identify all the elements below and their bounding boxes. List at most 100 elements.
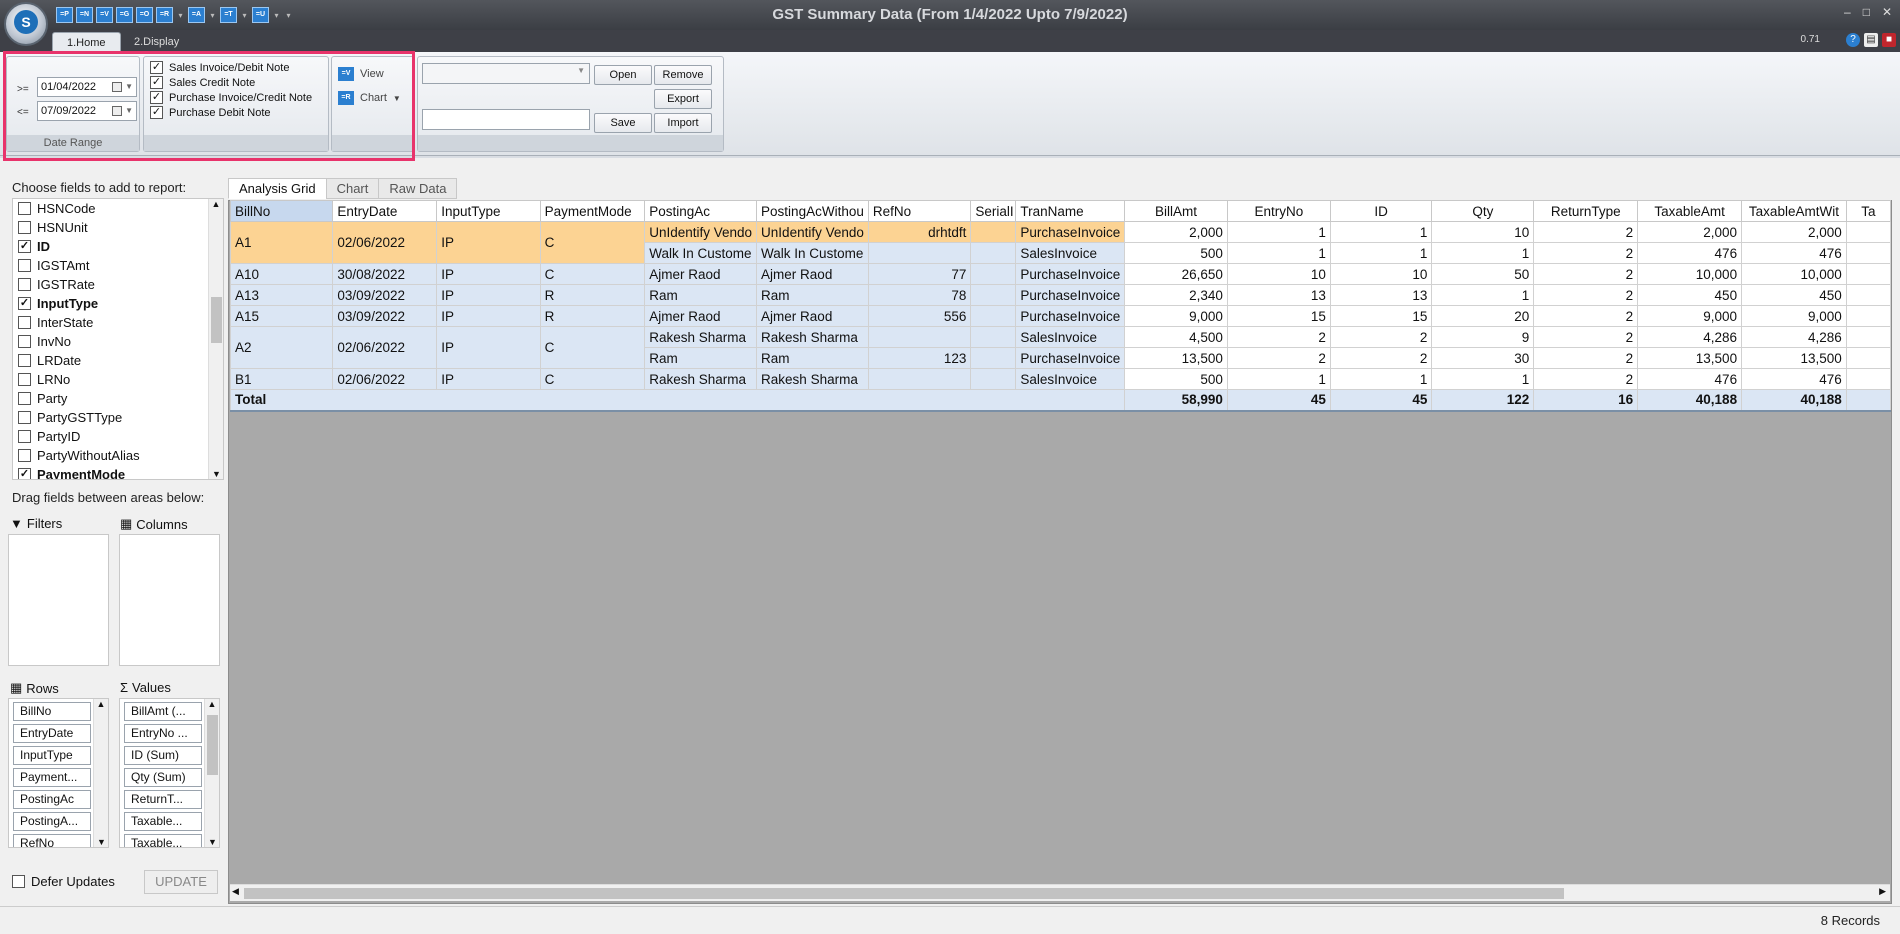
row-header-cell[interactable]: 30/08/2022: [332, 263, 438, 285]
column-header[interactable]: ReturnType: [1533, 200, 1639, 222]
value-field-chip[interactable]: ReturnT...: [124, 790, 202, 809]
field-checkbox[interactable]: [18, 392, 31, 405]
row-header-cell[interactable]: 02/06/2022: [332, 221, 438, 264]
row-field-chip[interactable]: InputType: [13, 746, 91, 765]
data-cell[interactable]: [1845, 347, 1892, 369]
data-cell[interactable]: 10,000: [1637, 263, 1743, 285]
column-header[interactable]: InputType: [436, 200, 541, 222]
data-cell[interactable]: 450: [1741, 284, 1847, 306]
close-icon[interactable]: ✕: [1882, 5, 1892, 19]
data-cell[interactable]: Ajmer Raod: [644, 305, 758, 327]
row-field-chip[interactable]: PostingA...: [13, 812, 91, 831]
scroll-up-icon[interactable]: ▲: [94, 699, 108, 709]
value-field-chip[interactable]: Taxable...: [124, 812, 202, 831]
data-cell[interactable]: Ram: [756, 347, 869, 369]
row-header-cell[interactable]: A1: [229, 221, 334, 264]
value-field-chip[interactable]: Taxable...: [124, 834, 202, 847]
update-button[interactable]: UPDATE: [144, 870, 218, 894]
data-cell[interactable]: 2: [1226, 326, 1331, 348]
data-cell[interactable]: 15: [1226, 305, 1331, 327]
data-cell[interactable]: [1845, 263, 1892, 285]
row-header-cell[interactable]: 03/09/2022: [332, 305, 438, 327]
data-cell[interactable]: 2: [1533, 326, 1639, 348]
data-cell[interactable]: PurchaseInvoice: [1015, 263, 1126, 285]
data-cell[interactable]: 2,000: [1124, 221, 1228, 243]
data-cell[interactable]: 2: [1226, 347, 1331, 369]
column-header[interactable]: EntryDate: [332, 200, 438, 222]
data-cell[interactable]: 2: [1533, 221, 1639, 243]
data-cell[interactable]: [867, 368, 972, 390]
data-cell[interactable]: [970, 242, 1017, 264]
column-header[interactable]: SerialI: [970, 200, 1017, 222]
data-cell[interactable]: Walk In Custome: [644, 242, 758, 264]
data-cell[interactable]: [970, 305, 1017, 327]
data-cell[interactable]: [867, 326, 972, 348]
data-cell[interactable]: 2: [1533, 368, 1639, 390]
tab-home[interactable]: 1.Home: [52, 32, 121, 52]
column-header[interactable]: BillNo: [229, 200, 334, 222]
data-cell[interactable]: SalesInvoice: [1015, 326, 1126, 348]
value-field-chip[interactable]: EntryNo ...: [124, 724, 202, 743]
data-cell[interactable]: UnIdentify Vendo: [644, 221, 758, 243]
data-cell[interactable]: 13: [1226, 284, 1331, 306]
data-cell[interactable]: 2: [1533, 347, 1639, 369]
tab-analysis-grid[interactable]: Analysis Grid: [228, 178, 327, 199]
layout-name-input[interactable]: [422, 109, 590, 130]
data-cell[interactable]: Walk In Custome: [756, 242, 869, 264]
data-cell[interactable]: SalesInvoice: [1015, 242, 1126, 264]
data-cell[interactable]: 2,000: [1637, 221, 1743, 243]
scroll-thumb[interactable]: [207, 715, 218, 775]
field-checkbox[interactable]: [18, 316, 31, 329]
column-header[interactable]: TranName: [1015, 200, 1126, 222]
value-field-chip[interactable]: ID (Sum): [124, 746, 202, 765]
row-header-cell[interactable]: C: [539, 263, 646, 285]
data-cell[interactable]: 450: [1637, 284, 1743, 306]
qat-button[interactable]: =R: [156, 7, 173, 23]
data-cell[interactable]: 13,500: [1637, 347, 1743, 369]
field-item[interactable]: ✓ ID: [13, 237, 223, 256]
qat-button[interactable]: =T: [220, 7, 237, 23]
open-button[interactable]: Open: [594, 65, 652, 85]
field-item[interactable]: Party: [13, 389, 223, 408]
field-checkbox[interactable]: [18, 259, 31, 272]
data-cell[interactable]: drhtdft: [867, 221, 972, 243]
column-header[interactable]: TaxableAmtWit: [1741, 200, 1847, 222]
data-cell[interactable]: [1845, 326, 1892, 348]
data-cell[interactable]: [1845, 305, 1892, 327]
maximize-icon[interactable]: □: [1863, 5, 1870, 19]
column-header[interactable]: PaymentMode: [539, 200, 646, 222]
data-cell[interactable]: Rakesh Sharma: [756, 326, 869, 348]
column-header[interactable]: PostingAc: [644, 200, 758, 222]
import-button[interactable]: Import: [654, 113, 712, 133]
customize-toolbar-icon[interactable]: ▾: [284, 11, 293, 20]
table-row[interactable]: A10 30/08/2022 IP C Ajmer Raod Ajmer Raod 77 Pu…: [229, 263, 1892, 285]
row-header-cell[interactable]: IP: [436, 263, 541, 285]
analysis-grid[interactable]: BillNo EntryDate InputType PaymentMode Posti…: [228, 200, 1892, 904]
field-item[interactable]: LRDate: [13, 351, 223, 370]
row-header-cell[interactable]: IP: [436, 221, 541, 264]
data-cell[interactable]: PurchaseInvoice: [1015, 305, 1126, 327]
row-header-cell[interactable]: 02/06/2022: [332, 368, 438, 390]
data-cell[interactable]: 10: [1226, 263, 1331, 285]
save-button[interactable]: Save: [594, 113, 652, 133]
table-row[interactable]: A2 02/06/2022 IP C Rakesh Sharma Rakesh Sharm…: [229, 326, 1892, 369]
data-cell[interactable]: [1845, 368, 1892, 390]
field-checkbox[interactable]: [18, 202, 31, 215]
data-cell[interactable]: 13,500: [1741, 347, 1847, 369]
data-cell[interactable]: 1: [1329, 242, 1433, 264]
value-field-chip[interactable]: Qty (Sum): [124, 768, 202, 787]
rows-scrollbar[interactable]: ▲ ▼: [93, 699, 108, 847]
data-cell[interactable]: Ram: [644, 284, 758, 306]
table-row[interactable]: A13 03/09/2022 IP R Ram Ram 78 PurchaseInvoice 2…: [229, 284, 1892, 306]
data-cell[interactable]: 9,000: [1637, 305, 1743, 327]
minimize-icon[interactable]: –: [1844, 5, 1851, 19]
field-checkbox[interactable]: [18, 354, 31, 367]
field-item[interactable]: ✓ InputType: [13, 294, 223, 313]
data-cell[interactable]: [1845, 221, 1892, 243]
field-list-scrollbar[interactable]: ▲ ▼: [208, 199, 223, 479]
filters-area[interactable]: [8, 534, 109, 666]
data-cell[interactable]: 2: [1533, 305, 1639, 327]
field-list[interactable]: HSNCode HSNUnit ✓ ID IGSTAmt IGSTRate ✓ InputTy…: [12, 198, 224, 480]
data-cell[interactable]: SalesInvoice: [1015, 368, 1126, 390]
data-cell[interactable]: 2: [1329, 347, 1433, 369]
